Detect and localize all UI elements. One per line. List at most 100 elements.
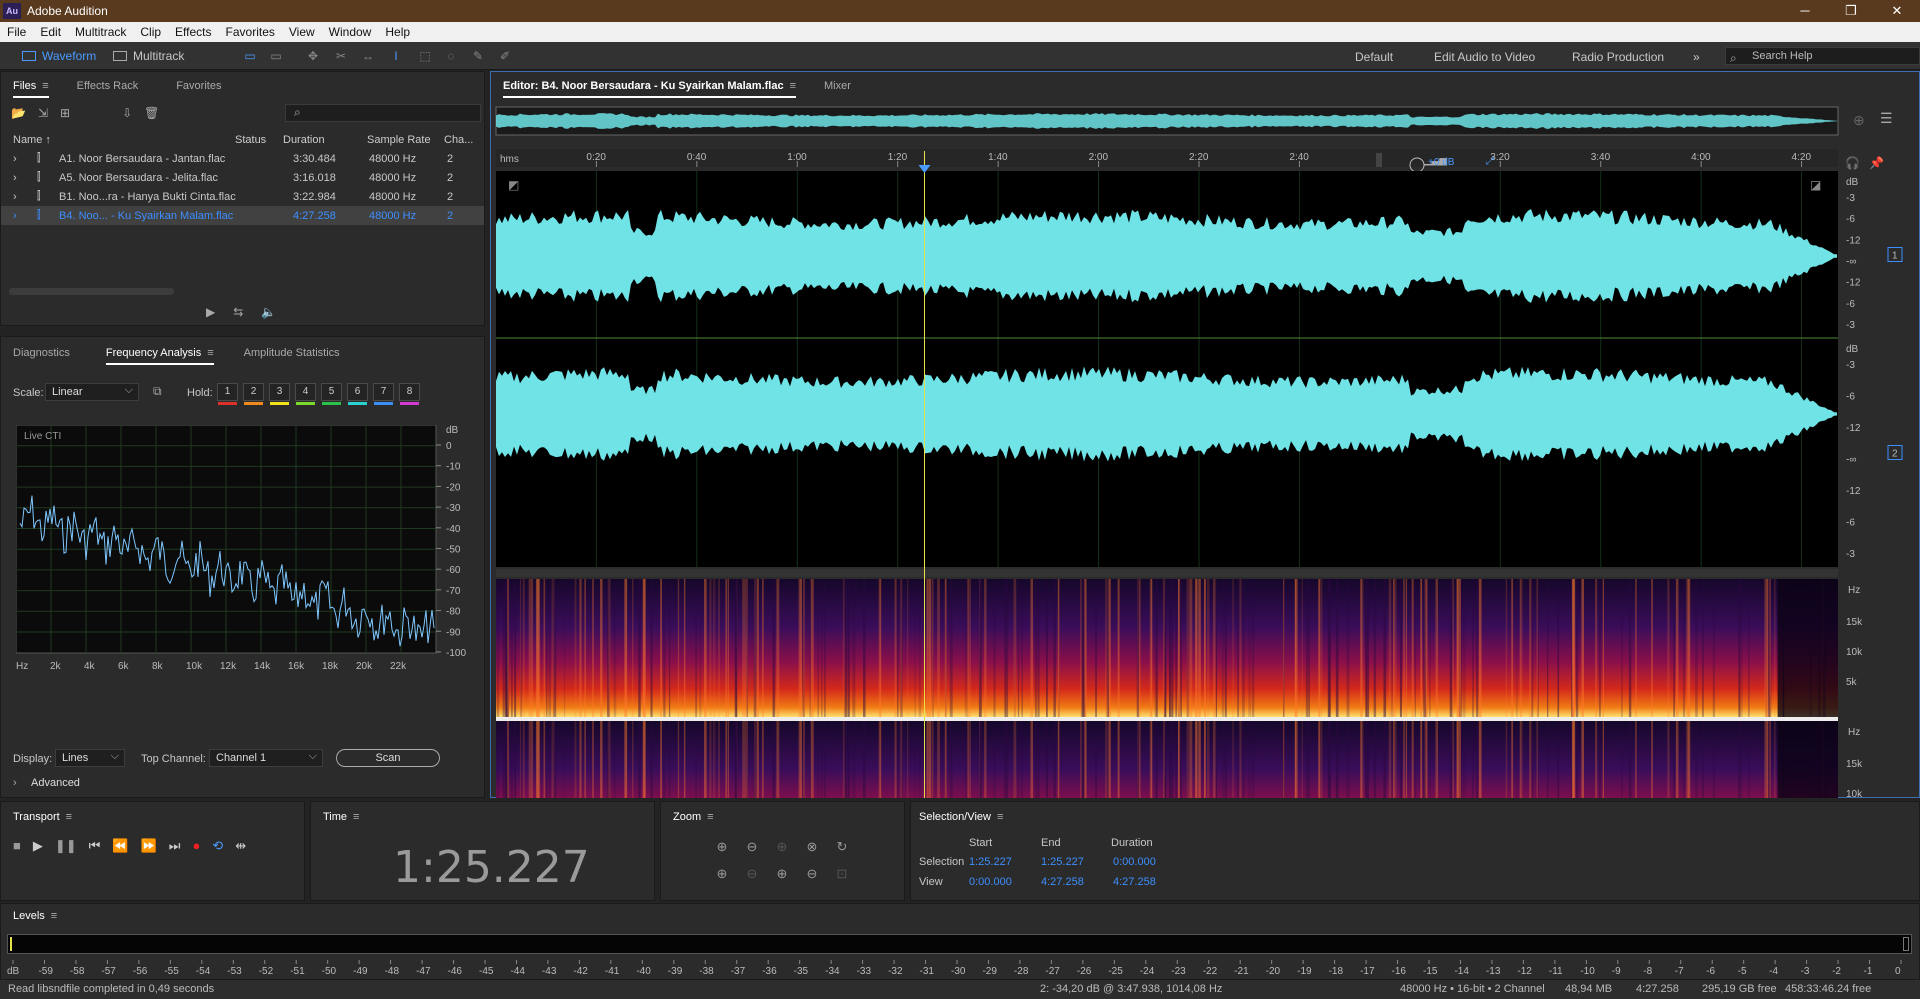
new-file-icon[interactable]: ⊞ <box>60 106 70 120</box>
channel-number[interactable]: 2 <box>1892 449 1898 460</box>
minimize-icon[interactable]: ─ <box>1782 0 1828 22</box>
workspace-edit-audio-to-video[interactable]: Edit Audio to Video <box>1434 50 1535 64</box>
zoom-to-selection-icon[interactable]: ⊡ <box>833 865 851 883</box>
zoom-corner-icon[interactable]: ◩ <box>508 178 519 192</box>
menu-clip[interactable]: Clip <box>133 25 168 39</box>
move-to-end-icon[interactable]: ⏭ <box>169 838 181 854</box>
hold-button-2[interactable]: 2 <box>243 383 264 405</box>
hold-button-8[interactable]: 8 <box>399 383 420 405</box>
advanced-label[interactable]: Advanced <box>31 777 80 789</box>
skip-selection-icon[interactable]: ⇹ <box>235 838 246 854</box>
zoom-out-amplitude-icon[interactable]: ⊖ <box>743 838 761 856</box>
channel-number[interactable]: 1 <box>1892 251 1898 262</box>
zoom-selection-icon[interactable]: ⊕ <box>773 865 791 883</box>
menu-effects[interactable]: Effects <box>168 25 218 39</box>
tab-effects-rack[interactable]: Effects Rack <box>65 80 151 92</box>
col-sample-rate[interactable]: Sample Rate <box>367 134 431 146</box>
menu-view[interactable]: View <box>282 25 322 39</box>
horizontal-scrollbar[interactable] <box>9 288 174 295</box>
col-duration[interactable]: Duration <box>283 134 325 146</box>
menu-favorites[interactable]: Favorites <box>219 25 282 39</box>
fast-forward-icon[interactable]: ⏩ <box>141 838 157 854</box>
more-workspaces-button[interactable]: » <box>1693 50 1700 64</box>
zoom-out-time-icon[interactable]: ⊖ <box>743 865 761 883</box>
lasso-tool-icon[interactable]: ◌ <box>443 48 459 64</box>
scale-select[interactable]: Linear <box>45 382 139 401</box>
loop-icon[interactable]: ⟲ <box>212 838 223 854</box>
insert-icon[interactable]: ⇩ <box>122 106 132 120</box>
loop-preview-icon[interactable]: ⇆ <box>233 305 243 319</box>
play-preview-icon[interactable]: ▶ <box>206 305 215 319</box>
menu-multitrack[interactable]: Multitrack <box>68 25 133 39</box>
frequency-graph[interactable]: Live CTI dB 0 -10 -20 -30 -40 -50 -60 -70 -80 -90 -… <box>16 425 476 673</box>
open-file-icon[interactable]: 📂 <box>11 106 26 120</box>
hold-button-4[interactable]: 4 <box>295 383 316 405</box>
brush-tool-icon[interactable]: ✎ <box>470 48 486 64</box>
hold-button-1[interactable]: 1 <box>217 383 238 405</box>
workspace-radio-production[interactable]: Radio Production <box>1572 50 1664 64</box>
selection-end[interactable]: 1:25.227 <box>1041 856 1084 868</box>
expand-icon[interactable]: › <box>13 153 17 165</box>
col-status[interactable]: Status <box>235 134 266 146</box>
menu-edit[interactable]: Edit <box>33 25 68 39</box>
rewind-icon[interactable]: ⏪ <box>112 838 128 854</box>
pause-icon[interactable]: ❚❚ <box>55 838 77 854</box>
grid-icon[interactable]: ⧉ <box>153 384 162 399</box>
record-icon[interactable]: ● <box>192 838 200 854</box>
delete-icon[interactable]: 🗑 <box>144 106 159 120</box>
spectral-frequency-display-icon[interactable]: ▭ <box>242 48 258 64</box>
panel-menu-icon[interactable]: ≡ <box>207 347 213 359</box>
move-to-start-icon[interactable]: ⏮ <box>89 838 101 854</box>
maximize-icon[interactable]: ❐ <box>1828 0 1874 22</box>
advanced-expand-icon[interactable]: › <box>13 777 17 789</box>
zoom-in-time-icon[interactable]: ⊕ <box>773 838 791 856</box>
zoom-in-time-icon[interactable]: ⊕ <box>713 865 731 883</box>
razor-tool-icon[interactable]: ✂ <box>333 48 349 64</box>
waveform-view-button[interactable]: Waveform <box>22 46 96 66</box>
time-selection-tool-icon[interactable]: I <box>388 48 404 64</box>
hold-button-3[interactable]: 3 <box>269 383 290 405</box>
workspace-default[interactable]: Default <box>1355 50 1393 64</box>
zoom-out-full-icon[interactable]: ⊗ <box>803 838 821 856</box>
menu-window[interactable]: Window <box>322 25 379 39</box>
menu-help[interactable]: Help <box>378 25 417 39</box>
zoom-reset-icon[interactable]: ↻ <box>833 838 851 856</box>
top-channel-select[interactable]: Channel 1 <box>209 748 323 767</box>
hud-gain-value[interactable]: +0 dB <box>1428 157 1455 168</box>
file-row[interactable]: › ⫿ B1. Noo...ra - Hanya Bukti Cinta.fla… <box>1 187 484 206</box>
tab-diagnostics[interactable]: Diagnostics <box>1 347 82 359</box>
hold-button-5[interactable]: 5 <box>321 383 342 405</box>
move-tool-icon[interactable]: ✥ <box>305 48 321 64</box>
tab-favorites[interactable]: Favorites <box>164 80 233 92</box>
tab-amplitude-statistics[interactable]: Amplitude Statistics <box>232 347 352 359</box>
view-start[interactable]: 0:00.000 <box>969 876 1012 888</box>
col-channels[interactable]: Cha... <box>444 134 473 146</box>
hold-button-6[interactable]: 6 <box>347 383 368 405</box>
spectral-pitch-display-icon[interactable]: ▭ <box>268 48 284 64</box>
files-search-input[interactable]: ⌕ <box>285 104 481 122</box>
col-name[interactable]: Name ↑ <box>13 134 51 146</box>
search-help-input[interactable]: Search Help <box>1725 47 1920 65</box>
selection-duration[interactable]: 0:00.000 <box>1113 856 1156 868</box>
spot-healing-tool-icon[interactable]: ✐ <box>497 48 513 64</box>
tab-frequency-analysis[interactable]: Frequency Analysis ≡ <box>94 347 226 365</box>
multitrack-view-button[interactable]: Multitrack <box>113 46 184 66</box>
stop-icon[interactable]: ■ <box>13 838 21 854</box>
expand-icon[interactable]: › <box>13 172 17 184</box>
slip-tool-icon[interactable]: ↔ <box>360 48 376 64</box>
auto-play-icon[interactable]: 🔈 <box>261 305 276 319</box>
play-icon[interactable]: ▶ <box>33 838 43 854</box>
hud-pin-icon[interactable]: ⤢ <box>1486 156 1494 167</box>
file-row-selected[interactable]: › ⫿ B4. Noo... - Ku Syairkan Malam.flac … <box>1 206 484 225</box>
file-row[interactable]: › ⫿ A5. Noor Bersaudara - Jelita.flac 3:… <box>1 168 484 187</box>
file-row[interactable]: › ⫿ A1. Noor Bersaudara - Jantan.flac 3:… <box>1 149 484 168</box>
expand-icon[interactable]: › <box>13 210 17 222</box>
hold-button-7[interactable]: 7 <box>373 383 394 405</box>
scan-button[interactable]: Scan <box>336 749 440 767</box>
zoom-corner-icon[interactable]: ◪ <box>1810 178 1821 192</box>
expand-icon[interactable]: › <box>13 191 17 203</box>
close-icon[interactable]: ✕ <box>1874 0 1920 22</box>
import-icon[interactable]: ⇲ <box>38 106 48 120</box>
view-duration[interactable]: 4:27.258 <box>1113 876 1156 888</box>
tab-files[interactable]: Files ≡ <box>1 80 61 98</box>
